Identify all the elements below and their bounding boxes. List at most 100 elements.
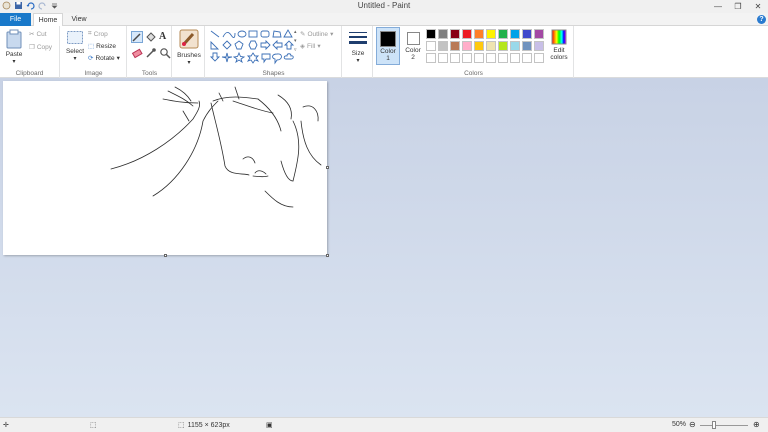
select-rectangle-icon — [67, 31, 83, 44]
edit-colors-label: Edit colors — [550, 47, 568, 61]
palette-color-swatch[interactable] — [498, 29, 508, 39]
file-size: ▣ — [266, 421, 273, 429]
resize-handle-corner[interactable] — [326, 254, 329, 257]
color-picker-tool[interactable] — [145, 47, 157, 59]
image-dimensions: 1155 × 623px — [187, 421, 230, 429]
zoom-slider-track[interactable] — [700, 425, 748, 426]
line-size-icon — [349, 32, 367, 44]
palette-empty-swatch[interactable] — [522, 53, 532, 63]
copy-icon: ❐ — [29, 44, 35, 51]
down-arrow-shape-icon — [209, 52, 221, 62]
palette-color-swatch[interactable] — [522, 41, 532, 51]
zoom-slider-thumb[interactable] — [712, 421, 716, 429]
image-group: Select ▾ ⌗ Crop ⬚ Resize ⟳ Rotate ▾ Image — [61, 26, 127, 78]
palette-color-swatch[interactable] — [426, 29, 436, 39]
tab-home[interactable]: Home — [33, 13, 63, 27]
pencil-tool[interactable] — [131, 31, 143, 43]
palette-empty-swatch[interactable] — [498, 53, 508, 63]
eraser-tool[interactable] — [131, 47, 143, 59]
size-group: Size ▾ — [343, 26, 373, 78]
palette-color-swatch[interactable] — [438, 41, 448, 51]
triangle-shape-icon — [283, 29, 293, 38]
palette-color-swatch[interactable] — [462, 29, 472, 39]
cut-button[interactable]: ✂ Cut — [29, 30, 47, 39]
palette-color-swatch[interactable] — [534, 41, 544, 51]
palette-empty-swatch[interactable] — [438, 53, 448, 63]
magnifier-tool[interactable] — [159, 47, 171, 59]
window-title: Untitled - Paint — [357, 1, 411, 10]
palette-color-swatch[interactable] — [426, 41, 436, 51]
canvas-area[interactable] — [0, 78, 768, 417]
zoom-level: 50% — [672, 421, 687, 428]
color1-label: Color 1 — [380, 48, 396, 62]
color2-button[interactable]: Color 2 — [402, 27, 424, 65]
drawing-canvas[interactable] — [3, 81, 329, 257]
text-icon: A — [159, 31, 167, 42]
fill-button[interactable]: ◈ Fill ▾ — [300, 42, 321, 51]
rotate-button[interactable]: ⟳ Rotate ▾ — [88, 54, 120, 63]
clipboard-group: Paste ▾ ✂ Cut ❐ Copy Clipboard — [0, 26, 60, 78]
color-wheel-icon — [551, 29, 567, 45]
image-group-label: Image — [84, 70, 103, 77]
palette-color-swatch[interactable] — [462, 41, 472, 51]
palette-empty-swatch[interactable] — [474, 53, 484, 63]
resize-handle-bottom[interactable] — [164, 254, 167, 257]
cloud-callout-shape-icon — [283, 53, 294, 60]
palette-color-swatch[interactable] — [486, 41, 496, 51]
zoom-out-button[interactable]: ⊖ — [689, 420, 696, 429]
palette-empty-swatch[interactable] — [486, 53, 496, 63]
disk-icon: ▣ — [266, 422, 273, 429]
size-button[interactable]: Size ▾ — [346, 30, 370, 64]
palette-color-swatch[interactable] — [486, 29, 496, 39]
palette-empty-swatch[interactable] — [510, 53, 520, 63]
six-point-star-shape-icon — [246, 52, 260, 64]
palette-empty-swatch[interactable] — [534, 53, 544, 63]
palette-color-swatch[interactable] — [534, 29, 544, 39]
copy-button[interactable]: ❐ Copy — [29, 43, 53, 52]
shapes-scroll[interactable]: ▴ ▾ ▿ — [294, 28, 298, 62]
palette-color-swatch[interactable] — [450, 29, 460, 39]
palette-color-swatch[interactable] — [438, 29, 448, 39]
palette-color-swatch[interactable] — [498, 41, 508, 51]
shapes-gallery[interactable] — [209, 29, 295, 65]
select-button[interactable]: Select ▾ — [63, 30, 87, 62]
help-icon[interactable]: ? — [757, 15, 766, 24]
palette-empty-swatch[interactable] — [450, 53, 460, 63]
rotate-label: Rotate — [95, 54, 115, 62]
fill-tool[interactable] — [145, 31, 157, 43]
copy-label: Copy — [36, 43, 53, 51]
minimize-button[interactable]: — — [708, 0, 728, 12]
palette-color-swatch[interactable] — [510, 41, 520, 51]
palette-color-swatch[interactable] — [510, 29, 520, 39]
brushes-group: Brushes ▾ — [173, 26, 205, 78]
resize-handle-right[interactable] — [326, 166, 329, 169]
shapes-group-label: Shapes — [262, 70, 285, 77]
palette-color-swatch[interactable] — [474, 41, 484, 51]
resize-button[interactable]: ⬚ Resize — [88, 42, 116, 51]
palette-empty-swatch[interactable] — [462, 53, 472, 63]
fill-label: Fill — [307, 42, 316, 50]
palette-empty-swatch[interactable] — [426, 53, 436, 63]
rounded-rectangle-shape-icon — [260, 30, 270, 38]
outline-button[interactable]: ✎ Outline ▾ — [300, 30, 333, 39]
selection-icon: ⬚ — [90, 422, 97, 429]
crop-button[interactable]: ⌗ Crop — [88, 30, 108, 38]
brushes-button[interactable]: Brushes ▾ — [176, 28, 202, 66]
status-bar: ✛ ⬚ ⬚ 1155 × 623px ▣ 50% ⊖ ⊕ — [0, 417, 768, 432]
close-button[interactable]: ✕ — [748, 0, 768, 12]
image-size-icon: ⬚ — [178, 422, 185, 429]
tab-file[interactable]: File — [0, 13, 31, 26]
tab-view[interactable]: View — [66, 13, 92, 26]
palette-color-swatch[interactable] — [522, 29, 532, 39]
edit-colors-button[interactable]: Edit colors — [546, 29, 572, 61]
text-tool[interactable]: A — [159, 31, 171, 43]
five-point-star-shape-icon — [232, 51, 246, 64]
palette-color-swatch[interactable] — [474, 29, 484, 39]
palette-color-swatch[interactable] — [450, 41, 460, 51]
color1-button[interactable]: Color 1 — [376, 27, 400, 65]
zoom-in-button[interactable]: ⊕ — [753, 420, 760, 429]
maximize-button[interactable]: ❐ — [728, 0, 748, 12]
pentagon-shape-icon — [234, 40, 244, 50]
rotate-icon: ⟳ — [88, 55, 94, 62]
paste-button[interactable]: Paste ▾ — [3, 29, 25, 65]
